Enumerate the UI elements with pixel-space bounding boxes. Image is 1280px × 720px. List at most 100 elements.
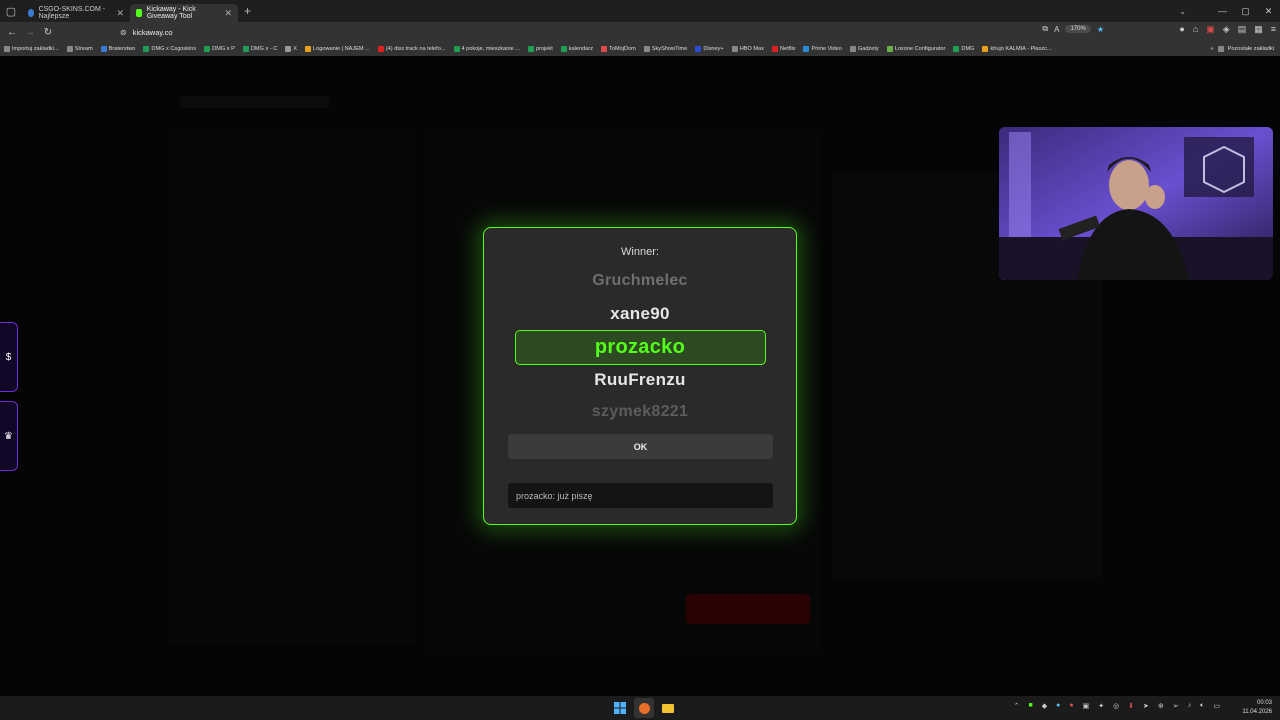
volume-icon[interactable]: 🔈︎ xyxy=(1200,702,1204,710)
tab-list-chevron-icon[interactable]: ⌄ xyxy=(1179,0,1186,22)
bookmark-item[interactable]: Logowanie | NAJEM ... xyxy=(301,46,374,52)
sheets-icon xyxy=(143,46,150,52)
file-explorer-icon[interactable] xyxy=(658,698,678,718)
webcam-overlay xyxy=(999,127,1273,280)
close-icon[interactable]: ✕ xyxy=(116,8,124,19)
bookmark-item[interactable]: Gadżety xyxy=(846,46,883,52)
tray-app-icon[interactable]: ■ xyxy=(1028,702,1032,710)
bookmark-item[interactable]: (4) diss track na telefo... xyxy=(374,46,450,52)
folder-icon xyxy=(1217,46,1224,52)
bookmark-label: Netflix xyxy=(779,46,796,52)
bookmark-icon xyxy=(100,46,107,52)
browser-taskbar-icon[interactable] xyxy=(634,698,654,718)
bookmark-label: khujo KALMIA - Płaszc... xyxy=(990,46,1052,52)
tray-app-icon[interactable]: ● xyxy=(1056,702,1060,710)
forward-icon[interactable]: → xyxy=(21,22,39,42)
tray-chevron-icon[interactable]: ⌃ xyxy=(1014,702,1020,710)
tray-app-icon[interactable]: ➤ xyxy=(1143,702,1149,710)
start-icon[interactable] xyxy=(610,698,630,718)
page-content: $ ♛ Winner: Gruchmelec xane90 prozacko R… xyxy=(0,56,1280,696)
install-app-icon[interactable]: ⧉ xyxy=(1042,24,1048,34)
roulette-name: xane90 xyxy=(610,304,670,323)
winner-label: Winner: xyxy=(621,246,659,258)
reload-icon[interactable]: ↻ xyxy=(39,22,57,42)
menu-icon[interactable]: ≡ xyxy=(1271,24,1276,35)
ok-button[interactable]: OK xyxy=(508,434,773,459)
extension-red-icon[interactable]: ▣ xyxy=(1206,24,1215,35)
tray-app-icon[interactable]: ◎ xyxy=(1113,702,1119,710)
close-icon[interactable]: ✕ xyxy=(224,8,232,19)
other-bookmarks[interactable]: » Pozostałe zakładki xyxy=(1211,42,1274,56)
bookmark-item[interactable]: Disney+ xyxy=(691,46,727,52)
webcam-scene xyxy=(999,127,1273,280)
bookmark-item[interactable]: 4 pokoje, mieszkanie ... xyxy=(450,46,524,52)
url-text: kickaway.co xyxy=(132,27,173,37)
sheets-icon xyxy=(527,46,534,52)
tab-favicon xyxy=(136,9,142,17)
sheets-icon xyxy=(953,46,960,52)
bookmark-item[interactable]: Importuj zakładki... xyxy=(0,46,63,52)
side-tab-crown[interactable]: ♛ xyxy=(0,401,18,471)
maximize-icon[interactable]: ▢ xyxy=(1234,0,1257,22)
minimize-icon[interactable]: — xyxy=(1211,0,1234,22)
system-clock[interactable]: 00:03 11.04.2026 xyxy=(1242,699,1272,717)
tray-app-icon[interactable]: ⬇ xyxy=(1128,702,1134,710)
bookmark-label: Braterstwo xyxy=(108,46,136,52)
extension-puzzle-icon[interactable]: ▤ xyxy=(1238,24,1247,35)
bookmark-star-icon[interactable]: ★ xyxy=(1097,25,1104,34)
bookmark-label: Stream xyxy=(74,46,93,52)
zoom-badge[interactable]: 170% xyxy=(1065,25,1091,33)
back-icon[interactable]: ← xyxy=(3,22,21,42)
tray-app-icon[interactable]: ♪ xyxy=(1188,702,1192,710)
side-tab-money[interactable]: $ xyxy=(0,322,18,392)
bookmark-item[interactable]: X xyxy=(281,46,301,52)
tray-app-icon[interactable]: ● xyxy=(1069,702,1073,710)
tray-app-icon[interactable]: ◆ xyxy=(1042,702,1047,710)
bookmark-item[interactable]: DMG xyxy=(949,46,978,52)
bookmark-label: Logowanie | NAJEM ... xyxy=(313,46,370,52)
bookmark-item[interactable]: Braterstwo xyxy=(97,46,140,52)
new-tab-icon[interactable]: + xyxy=(244,4,251,18)
bookmark-label: DMG x Csgoskins xyxy=(151,46,197,52)
bookmark-item[interactable]: DMG x - C xyxy=(239,46,281,52)
folder-icon xyxy=(662,703,674,713)
bookmarks-bar: Importuj zakładki... Stream Braterstwo D… xyxy=(0,42,1280,56)
bookmark-item[interactable]: DMG x Csgoskins xyxy=(139,46,200,52)
profile-icon[interactable]: ● xyxy=(1179,24,1184,35)
extension-pin-icon[interactable]: ▦ xyxy=(1254,24,1263,35)
bookmark-item[interactable]: kalendarz xyxy=(557,46,597,52)
bookmark-label: SkyShowTime xyxy=(651,46,688,52)
bookmark-item[interactable]: ToMojDom xyxy=(597,46,640,52)
tray-app-icon[interactable]: ▣ xyxy=(1083,702,1090,710)
tab-favicon xyxy=(28,9,34,17)
extension-shield-icon[interactable]: ◈ xyxy=(1223,24,1230,35)
bookmark-label: 4 pokoje, mieszkanie ... xyxy=(461,46,520,52)
bookmark-item[interactable]: Loxone Configurator xyxy=(883,46,950,52)
tab-csgo-skins[interactable]: CSGO-SKINS.COM - Najlepsze ✕ xyxy=(22,4,130,22)
bookmark-item[interactable]: Netflix xyxy=(768,46,800,52)
os-taskbar: ⌃ ■ ◆ ● ● ▣ ✦ ◎ ⬇ ➤ ⊕ ➢ ♪ 🔈︎ ▭ 00:03 11.… xyxy=(0,696,1280,720)
tab-kickaway[interactable]: Kickaway - Kick Giveaway Tool ✕ xyxy=(130,4,238,22)
extensions-icon[interactable]: ⌂ xyxy=(1193,24,1198,35)
tray-app-icon[interactable]: ⊕ xyxy=(1158,702,1164,710)
x-logo-icon xyxy=(285,46,292,52)
site-info-icon[interactable]: ⊚ xyxy=(120,28,127,37)
close-window-icon[interactable]: ✕ xyxy=(1257,0,1280,22)
chevron-right-icon[interactable]: » xyxy=(1211,46,1214,52)
address-bar[interactable]: ⊚ kickaway.co xyxy=(116,24,1106,40)
tab-actions-icon[interactable]: ▢ xyxy=(0,0,22,22)
tray-app-icon[interactable]: ✦ xyxy=(1098,702,1104,710)
bookmark-icon xyxy=(601,46,608,52)
bookmark-item[interactable]: SkyShowTime xyxy=(640,46,692,52)
bookmark-item[interactable]: projekt xyxy=(524,46,557,52)
bookmark-item[interactable]: Prime Video xyxy=(799,46,845,52)
network-icon[interactable]: ▭ xyxy=(1213,702,1220,710)
bookmark-item[interactable]: HBO Max xyxy=(728,46,768,52)
bookmark-item[interactable]: DMG x P xyxy=(200,46,239,52)
tray-app-icon[interactable]: ➢ xyxy=(1173,702,1179,710)
winner-name: prozacko xyxy=(594,336,686,358)
translate-icon[interactable]: A xyxy=(1054,25,1059,34)
bookmark-item[interactable]: khujo KALMIA - Płaszc... xyxy=(978,46,1055,52)
bookmark-icon xyxy=(803,46,810,52)
bookmark-item[interactable]: Stream xyxy=(63,46,97,52)
